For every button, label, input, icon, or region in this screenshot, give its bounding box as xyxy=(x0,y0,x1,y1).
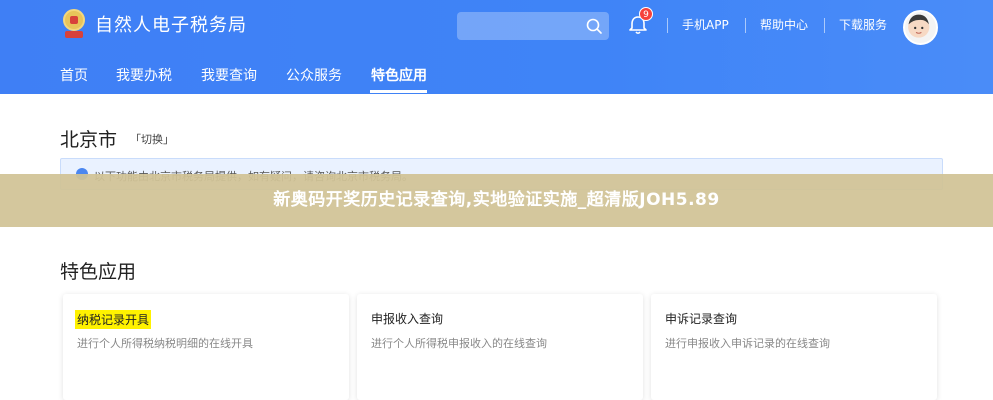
card-description: 进行申报收入申诉记录的在线查询 xyxy=(665,337,830,350)
nav-query[interactable]: 我要查询 xyxy=(201,67,257,85)
nav-tax-handling[interactable]: 我要办税 xyxy=(116,67,172,85)
notification-badge: 9 xyxy=(639,7,653,21)
city-name: 北京市 xyxy=(60,129,118,151)
city-switch-link[interactable]: 「切换」 xyxy=(130,131,174,147)
card-description: 进行个人所得税纳税明细的在线开具 xyxy=(77,337,253,350)
help-center-link[interactable]: 帮助中心 xyxy=(760,18,808,33)
watermark-text: 新奥码开奖历史记录查询,实地验证实施_超清版JOH5.89 xyxy=(273,190,720,210)
divider xyxy=(667,18,668,33)
mobile-app-link[interactable]: 手机APP xyxy=(682,18,729,33)
search-input[interactable] xyxy=(457,12,609,40)
tax-emblem-icon xyxy=(61,9,87,39)
divider xyxy=(824,18,825,33)
avatar[interactable] xyxy=(903,10,938,45)
divider xyxy=(745,18,746,33)
site-title: 自然人电子税务局 xyxy=(95,15,247,36)
nav-public-service[interactable]: 公众服务 xyxy=(286,67,342,85)
top-header: 自然人电子税务局 9 手机APP 帮助中心 下载服务 首页 我要办税 我要查询 … xyxy=(0,0,993,94)
card-income-query[interactable]: 申报收入查询 进行个人所得税申报收入的在线查询 xyxy=(357,294,643,400)
watermark-banner: 新奥码开奖历史记录查询,实地验证实施_超清版JOH5.89 xyxy=(0,174,993,227)
section-title: 特色应用 xyxy=(60,261,137,283)
search-icon[interactable] xyxy=(585,17,603,35)
card-appeal-query[interactable]: 申诉记录查询 进行申报收入申诉记录的在线查询 xyxy=(651,294,937,400)
card-title: 申诉记录查询 xyxy=(665,312,738,326)
brand[interactable]: 自然人电子税务局 xyxy=(61,9,247,39)
card-title: 纳税记录开具 xyxy=(75,310,152,329)
nav-featured-apps[interactable]: 特色应用 xyxy=(371,67,427,85)
card-tax-record[interactable]: 纳税记录开具 进行个人所得税纳税明细的在线开具 xyxy=(63,294,349,400)
nav-home[interactable]: 首页 xyxy=(60,67,88,85)
user-avatar-icon xyxy=(908,14,930,38)
active-tab-indicator xyxy=(370,90,427,93)
download-service-link[interactable]: 下载服务 xyxy=(839,18,887,33)
card-description: 进行个人所得税申报收入的在线查询 xyxy=(371,337,547,350)
card-title: 申报收入查询 xyxy=(371,312,444,326)
